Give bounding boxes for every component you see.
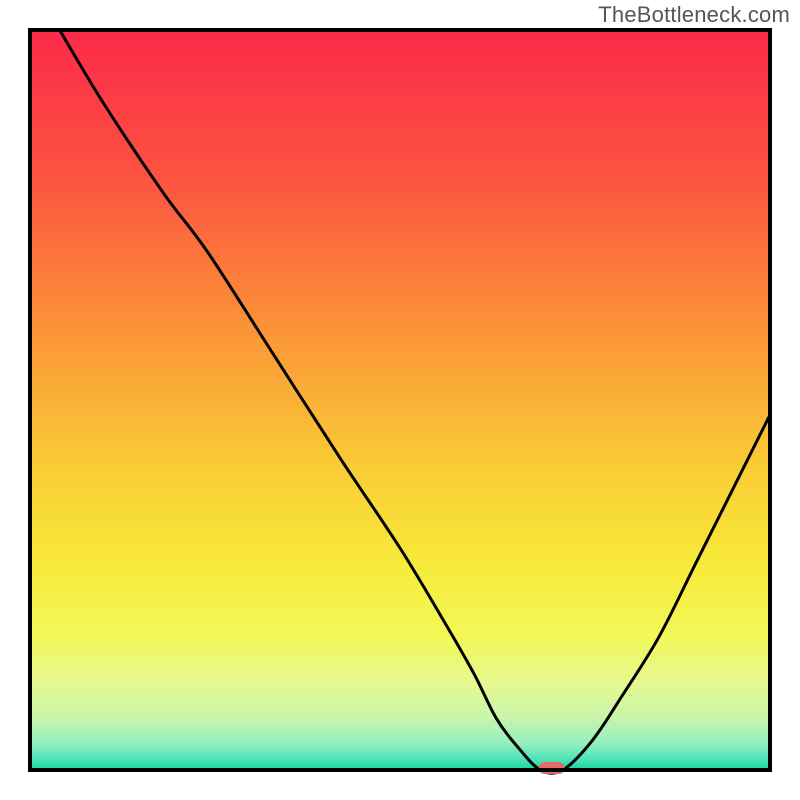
plot-background bbox=[30, 30, 770, 770]
watermark-text: TheBottleneck.com bbox=[598, 2, 790, 28]
chart-container: { "watermark": "TheBottleneck.com", "cha… bbox=[0, 0, 800, 800]
bottleneck-chart bbox=[0, 0, 800, 800]
